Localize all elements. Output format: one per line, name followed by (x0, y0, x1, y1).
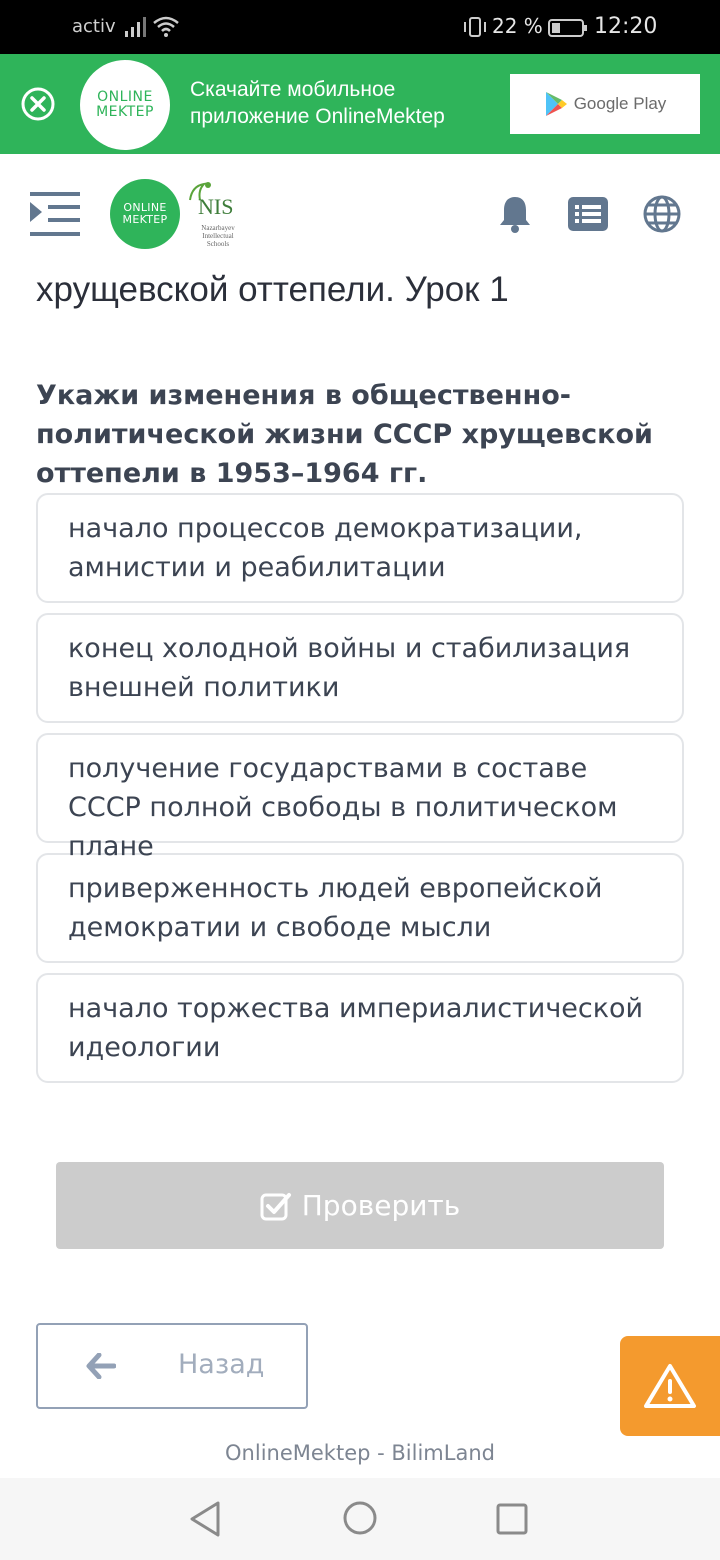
battery-icon (548, 19, 587, 37)
clock: 12:20 (594, 14, 658, 39)
onlinemektep-logo: ONLINE MEKTEP (80, 60, 170, 150)
answer-option[interactable]: начало процессов демократизации, амнисти… (36, 493, 684, 603)
nav-home-icon[interactable] (342, 1500, 378, 1536)
arrow-left-icon (86, 1353, 116, 1379)
nis-logo: NIS Nazarbayev Intellectual Schools (184, 180, 248, 250)
close-icon[interactable] (20, 86, 56, 122)
check-button[interactable]: Проверить (56, 1162, 664, 1249)
answer-option[interactable]: приверженность людей европейской демокра… (36, 853, 684, 963)
nav-back-icon[interactable] (188, 1500, 224, 1538)
google-play-button[interactable]: Google Play (510, 74, 700, 134)
carrier-label: activ (72, 16, 116, 37)
answer-options: начало процессов демократизации, амнисти… (36, 493, 684, 1093)
check-button-label: Проверить (301, 1189, 461, 1222)
check-square-icon (260, 1192, 291, 1220)
onlinemektep-logo[interactable]: ONLINE MEKTEP (110, 179, 180, 249)
nis-subtitle: Nazarbayev Intellectual Schools (201, 224, 235, 248)
menu-icon[interactable] (30, 190, 80, 238)
warning-icon (644, 1364, 696, 1408)
globe-icon[interactable] (642, 194, 682, 234)
battery-percent: 22 % (492, 14, 543, 38)
lesson-title: хрущевской оттепели. Урок 1 (36, 270, 509, 309)
nav-recent-icon[interactable] (495, 1502, 529, 1536)
wifi-icon (153, 16, 179, 37)
status-bar: activ 22 % 12:20 (0, 0, 720, 54)
app-header: ONLINE MEKTEP NIS Nazarbayev Intellectua… (0, 154, 720, 274)
signal-icon (125, 17, 146, 37)
report-button[interactable] (620, 1336, 720, 1436)
vibrate-icon (464, 17, 486, 37)
answer-option[interactable]: конец холодной войны и стабилизация внеш… (36, 613, 684, 723)
bell-icon[interactable] (497, 194, 533, 234)
question-text: Укажи изменения в общественно-политическ… (36, 380, 653, 489)
back-button-label: Назад (178, 1349, 265, 1380)
answer-option[interactable]: получение государствами в составе СССР п… (36, 733, 684, 862)
list-icon[interactable] (568, 197, 608, 231)
promo-text: Скачайте мобильное приложение OnlineMekt… (190, 78, 445, 128)
back-button[interactable]: Назад (36, 1323, 308, 1409)
google-play-label: Google Play (573, 94, 667, 113)
app-promo-banner: ONLINE MEKTEP Скачайте мобильное приложе… (0, 54, 720, 154)
answer-option[interactable]: начало торжества империалистической идео… (36, 973, 684, 1083)
system-nav-bar (0, 1478, 720, 1560)
nis-wordmark: NIS (198, 194, 234, 219)
footer-text: OnlineMektep - BilimLand (225, 1441, 495, 1465)
google-play-icon (545, 92, 567, 116)
